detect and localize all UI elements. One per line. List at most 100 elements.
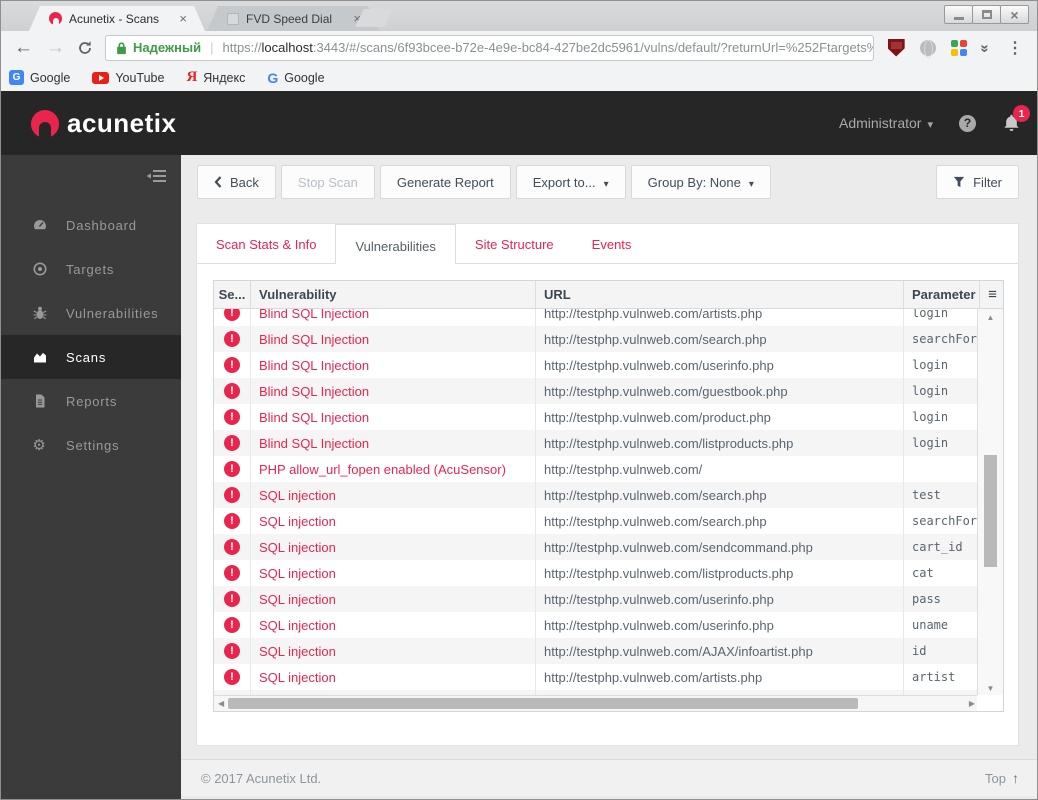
severity-cell	[214, 378, 250, 404]
high-severity-icon	[224, 669, 240, 685]
url-input[interactable]: Надежный | https://localhost:3443/#/scan…	[105, 34, 874, 61]
table-row[interactable]: SQL injectionhttp://testphp.vulnweb.com/…	[214, 534, 977, 560]
sidebar-collapse-icon[interactable]	[146, 169, 167, 188]
tab-close-icon[interactable]: ×	[179, 12, 187, 25]
vulnerability-cell: Blind SQL Injection	[250, 309, 535, 326]
scroll-up-arrow[interactable]: ▲	[978, 313, 1003, 322]
top-label: Top	[985, 770, 1006, 786]
back-button[interactable]: Back	[197, 165, 276, 199]
table-row[interactable]: Blind SQL Injectionhttp://testphp.vulnwe…	[214, 430, 977, 456]
globe-extension-icon[interactable]	[919, 39, 936, 58]
url-cell: http://testphp.vulnweb.com/	[535, 456, 903, 482]
bookmark-yandex[interactable]: Я Яндекс	[186, 69, 245, 86]
tab-title: FVD Speed Dial	[246, 11, 333, 26]
bookmark-google[interactable]: G Google	[267, 70, 324, 86]
table-row[interactable]: SQL injectionhttp://testphp.vulnweb.com/…	[214, 664, 977, 690]
vulnerability-cell: SQL injection	[250, 664, 535, 690]
acunetix-favicon	[49, 12, 62, 25]
table-row[interactable]: SQL injectionhttp://testphp.vulnweb.com/…	[214, 508, 977, 534]
table-row[interactable]: SQL injectionhttp://testphp.vulnweb.com/…	[214, 560, 977, 586]
filter-button[interactable]: Filter	[936, 165, 1019, 199]
severity-cell	[214, 560, 250, 586]
minimize-button[interactable]	[944, 5, 973, 24]
user-menu[interactable]: Administrator	[839, 115, 933, 131]
scroll-right-arrow[interactable]: ▶	[969, 697, 975, 711]
parameter-cell: test	[903, 482, 977, 508]
severity-cell	[214, 612, 250, 638]
vulnerability-table: Se... Vulnerability URL Parameter ≡ Blin…	[213, 280, 1004, 712]
tab-scan-stats[interactable]: Scan Stats & Info	[197, 227, 335, 263]
url-cell: http://testphp.vulnweb.com/product.php	[535, 404, 903, 430]
scroll-down-arrow[interactable]: ▼	[978, 684, 1003, 693]
sidebar-item-reports[interactable]: Reports	[1, 379, 181, 423]
table-row[interactable]: SQL injectionhttp://testphp.vulnweb.com/…	[214, 482, 977, 508]
high-severity-icon	[224, 617, 240, 633]
vertical-scroll-thumb[interactable]	[984, 455, 997, 567]
header-actions: Administrator ? 1	[839, 91, 1030, 155]
vertical-scrollbar[interactable]: ▲ ▼	[977, 309, 1003, 697]
url-cell: http://testphp.vulnweb.com/guestbook.php	[535, 378, 903, 404]
arrow-up-icon: ↑	[1012, 770, 1019, 786]
parameter-cell: login	[903, 378, 977, 404]
blank-favicon	[227, 13, 239, 25]
bookmark-google-translate[interactable]: G Google	[9, 70, 70, 85]
reload-icon[interactable]	[77, 40, 93, 56]
overflow-chevron-icon[interactable]: »	[976, 44, 993, 50]
table-row[interactable]: Blind SQL Injectionhttp://testphp.vulnwe…	[214, 378, 977, 404]
column-header-parameter[interactable]: Parameter	[903, 281, 979, 308]
export-dropdown[interactable]: Export to...	[515, 165, 626, 199]
group-by-dropdown[interactable]: Group By: None	[630, 165, 771, 199]
browser-tab-fvd[interactable]: FVD Speed Dial ×	[207, 6, 379, 31]
parameter-cell	[903, 456, 977, 482]
notifications-button[interactable]: 1	[1002, 105, 1030, 133]
table-row[interactable]: PHP allow_url_fopen enabled (AcuSensor)h…	[214, 456, 977, 482]
stop-scan-button[interactable]: Stop Scan	[280, 165, 375, 199]
forward-nav-icon[interactable]: →	[46, 38, 65, 57]
back-to-top-link[interactable]: Top ↑	[985, 770, 1019, 786]
scroll-left-arrow[interactable]: ◀	[218, 697, 224, 711]
column-header-vulnerability[interactable]: Vulnerability	[250, 281, 535, 308]
close-button[interactable]: ×	[1000, 5, 1029, 24]
tab-label: Site Structure	[474, 237, 554, 252]
tab-label: Scan Stats & Info	[216, 237, 317, 252]
table-row[interactable]: SQL injectionhttp://testphp.vulnweb.com/…	[214, 586, 977, 612]
fvd-extension-icon[interactable]	[950, 39, 967, 56]
horizontal-scrollbar[interactable]: ◀ ▶	[214, 695, 979, 711]
table-row[interactable]: Blind SQL Injectionhttp://testphp.vulnwe…	[214, 326, 977, 352]
bookmark-youtube[interactable]: YouTube	[92, 71, 164, 85]
notification-badge: 1	[1013, 105, 1030, 122]
secure-indicator[interactable]: Надежный	[116, 40, 201, 55]
column-header-severity[interactable]: Se...	[214, 281, 250, 308]
maximize-button[interactable]	[972, 5, 1001, 24]
table-row[interactable]: SQL injectionhttp://testphp.vulnweb.com/…	[214, 638, 977, 664]
browser-menu-icon[interactable]: ⋮	[1003, 38, 1027, 58]
horizontal-scroll-thumb[interactable]	[228, 698, 858, 709]
tab-events[interactable]: Events	[573, 227, 651, 263]
tab-site-structure[interactable]: Site Structure	[456, 227, 573, 263]
tab-vulnerabilities[interactable]: Vulnerabilities	[335, 224, 456, 264]
url-cell: http://testphp.vulnweb.com/AJAX/infoarti…	[535, 638, 903, 664]
browser-tab-acunetix[interactable]: Acunetix - Scans ×	[29, 6, 205, 31]
url-cell: http://testphp.vulnweb.com/search.php	[535, 326, 903, 352]
url-cell: http://testphp.vulnweb.com/sendcommand.p…	[535, 534, 903, 560]
column-menu-button[interactable]: ≡	[979, 281, 1005, 308]
generate-report-button[interactable]: Generate Report	[379, 165, 511, 199]
sidebar-item-targets[interactable]: Targets	[1, 247, 181, 291]
sidebar-item-label: Scans	[66, 349, 107, 365]
table-row[interactable]: Blind SQL Injectionhttp://testphp.vulnwe…	[214, 309, 977, 326]
acunetix-logo-icon	[31, 109, 59, 138]
table-row[interactable]: SQL injectionhttp://testphp.vulnweb.com/…	[214, 612, 977, 638]
sidebar-item-settings[interactable]: ⚙ Settings	[1, 423, 181, 467]
table-row[interactable]: Blind SQL Injectionhttp://testphp.vulnwe…	[214, 404, 977, 430]
table-row[interactable]: Blind SQL Injectionhttp://testphp.vulnwe…	[214, 352, 977, 378]
severity-cell	[214, 534, 250, 560]
sidebar-item-scans[interactable]: Scans	[1, 335, 181, 379]
sidebar-item-dashboard[interactable]: Dashboard	[1, 203, 181, 247]
back-nav-icon[interactable]: ←	[14, 38, 33, 57]
column-header-url[interactable]: URL	[535, 281, 903, 308]
help-icon[interactable]: ?	[959, 114, 976, 132]
severity-cell	[214, 482, 250, 508]
ublock-extension-icon[interactable]	[887, 38, 905, 57]
parameter-cell: login	[903, 352, 977, 378]
sidebar-item-vulnerabilities[interactable]: Vulnerabilities	[1, 291, 181, 335]
